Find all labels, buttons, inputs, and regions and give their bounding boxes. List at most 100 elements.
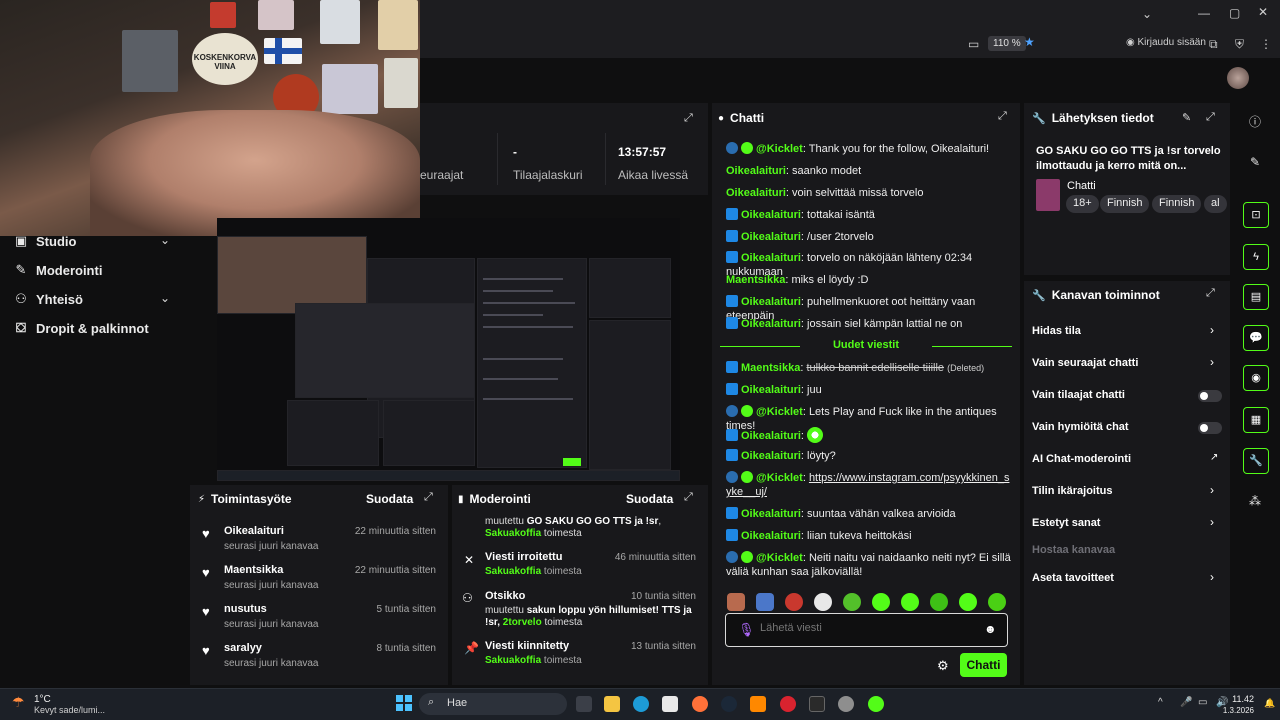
emote-icon[interactable] xyxy=(727,593,745,611)
avatar[interactable] xyxy=(1227,67,1249,89)
action-set-goals[interactable]: Aseta tavoitteet xyxy=(1032,572,1114,584)
capture-icon[interactable]: ⊡ xyxy=(1243,202,1269,228)
emote-icon[interactable] xyxy=(959,593,977,611)
terminal-icon[interactable] xyxy=(809,696,825,712)
clock-date[interactable]: 1.3.2026 xyxy=(1218,706,1254,715)
notification-icon[interactable]: 🔔 xyxy=(1264,698,1275,709)
chat-input[interactable] xyxy=(760,622,970,634)
network-icon[interactable]: ▭ xyxy=(1198,697,1207,708)
broadcast-icon[interactable]: ◉ xyxy=(1243,365,1269,391)
taskbar-search[interactable]: ⌕ Hae xyxy=(419,693,567,715)
chevron-down-icon[interactable]: ⌄ xyxy=(160,291,170,305)
edit-icon[interactable]: ✎ xyxy=(1182,111,1191,124)
expand-icon[interactable]: ⤢ xyxy=(424,491,433,504)
opera-icon[interactable] xyxy=(780,696,796,712)
maximize-icon[interactable]: ▢ xyxy=(1229,6,1240,20)
emoji-icon[interactable]: ☻ xyxy=(984,622,997,636)
chevron-right-icon[interactable]: › xyxy=(1210,355,1214,369)
menu-icon[interactable]: ⋮ xyxy=(1260,37,1272,51)
external-link-icon[interactable]: ↗ xyxy=(1210,452,1218,463)
subscribers-only-toggle[interactable] xyxy=(1198,390,1222,402)
action-slow-mode[interactable]: Hidas tila xyxy=(1032,325,1081,337)
wrench-icon[interactable]: 🔧 xyxy=(1243,448,1269,474)
moderation-filter-button[interactable]: Suodata xyxy=(626,492,673,506)
category-name[interactable]: Chatti xyxy=(1067,180,1096,192)
chevron-right-icon[interactable]: › xyxy=(1210,570,1214,584)
chat-input-box[interactable]: 🎙 ☻ xyxy=(725,613,1008,647)
bolt-icon[interactable]: ϟ xyxy=(1243,244,1269,270)
minimize-icon[interactable]: — xyxy=(1198,6,1210,20)
file-explorer-icon[interactable] xyxy=(604,696,620,712)
screen-icon[interactable]: ▭ xyxy=(968,37,979,51)
expand-icon[interactable]: ⤢ xyxy=(684,491,693,504)
chevron-right-icon[interactable]: › xyxy=(1210,323,1214,337)
activity-user[interactable]: Oikealaituri xyxy=(224,525,284,537)
apps-icon[interactable]: ⁂ xyxy=(1249,494,1261,508)
chevron-right-icon[interactable]: › xyxy=(1210,515,1214,529)
stream-preview[interactable] xyxy=(217,218,680,481)
windows-start-icon[interactable] xyxy=(396,695,412,711)
activity-user[interactable]: saralyy xyxy=(224,642,262,654)
emote-icon[interactable] xyxy=(901,593,919,611)
emote-icon[interactable] xyxy=(930,593,948,611)
chevron-right-icon[interactable]: › xyxy=(1210,483,1214,497)
microphone-icon[interactable]: 🎙 xyxy=(738,622,755,638)
login-button[interactable]: ◉ Kirjaudu sisään xyxy=(1126,37,1206,48)
activity-user[interactable]: nusutus xyxy=(224,603,267,615)
edit-icon[interactable]: ✎ xyxy=(1250,155,1260,169)
action-subscribers-only[interactable]: Vain tilaajat chatti xyxy=(1032,389,1125,401)
chevron-down-icon[interactable]: ⌄ xyxy=(1142,7,1152,21)
document-icon[interactable]: ▤ xyxy=(1243,284,1269,310)
weather-icon[interactable]: ☂ xyxy=(12,694,25,711)
expand-icon[interactable]: ⤢ xyxy=(1206,111,1215,124)
emote-icon[interactable] xyxy=(843,593,861,611)
new-messages-divider[interactable]: Uudet viestit xyxy=(720,339,1012,351)
shield-icon[interactable]: ⛨ xyxy=(1235,37,1244,52)
microphone-icon[interactable]: 🎤 xyxy=(1180,697,1192,708)
clock-time[interactable]: 11.42 xyxy=(1220,694,1254,704)
chat-bubble-icon[interactable]: 💬 xyxy=(1243,325,1269,351)
weather-desc[interactable]: Kevyt sade/lumi... xyxy=(34,705,105,715)
activity-filter-button[interactable]: Suodata xyxy=(366,492,413,506)
layout-icon[interactable]: ▦ xyxy=(1243,407,1269,433)
gear-icon[interactable]: ⚙ xyxy=(937,658,949,674)
emote-icon[interactable] xyxy=(872,593,890,611)
nav-drops[interactable]: ⛋ Dropit & palkinnot xyxy=(14,320,149,336)
action-emote-only[interactable]: Vain hymiöitä chat xyxy=(1032,421,1129,433)
category-thumbnail[interactable] xyxy=(1036,179,1060,211)
kick-icon[interactable] xyxy=(868,696,884,712)
extension-icon[interactable]: ⧉ xyxy=(1209,37,1218,52)
weather-temp[interactable]: 1°C xyxy=(34,694,51,705)
chevron-up-icon[interactable]: ^ xyxy=(1158,697,1163,708)
bot-badge-icon xyxy=(726,405,738,417)
task-view-icon[interactable] xyxy=(576,696,592,712)
nav-community[interactable]: ⚇ Yhteisö xyxy=(14,291,83,307)
action-age-restriction[interactable]: Tilin ikärajoitus xyxy=(1032,485,1113,497)
expand-icon[interactable]: ⤢ xyxy=(684,112,693,125)
expand-icon[interactable]: ⤢ xyxy=(998,110,1007,123)
star-icon[interactable]: ★ xyxy=(1024,35,1035,49)
steam-icon[interactable] xyxy=(721,696,737,712)
send-chat-button[interactable]: Chatti xyxy=(960,653,1007,677)
zoom-level[interactable]: 110 % xyxy=(988,36,1026,51)
info-icon[interactable]: ⓘ xyxy=(1249,113,1261,130)
emote-only-toggle[interactable] xyxy=(1198,422,1222,434)
action-followers-only[interactable]: Vain seuraajat chatti xyxy=(1032,357,1138,369)
emote-icon[interactable] xyxy=(988,593,1006,611)
emote-icon[interactable] xyxy=(814,593,832,611)
firefox-icon[interactable] xyxy=(692,696,708,712)
activity-user[interactable]: Maentsikka xyxy=(224,564,283,576)
emote-icon[interactable] xyxy=(785,593,803,611)
expand-icon[interactable]: ⤢ xyxy=(1206,287,1215,300)
obs-icon[interactable] xyxy=(838,696,854,712)
edge-icon[interactable] xyxy=(633,696,649,712)
close-icon[interactable]: ✕ xyxy=(1258,5,1268,19)
chevron-down-icon[interactable]: ⌄ xyxy=(160,233,170,247)
action-blocked-words[interactable]: Estetyt sanat xyxy=(1032,517,1100,529)
vlc-icon[interactable] xyxy=(750,696,766,712)
nav-moderation[interactable]: ✎ Moderointi xyxy=(14,262,103,278)
action-ai-moderation[interactable]: AI Chat-moderointi xyxy=(1032,453,1131,465)
store-icon[interactable] xyxy=(662,696,678,712)
nav-studio[interactable]: ▣ Studio xyxy=(14,233,77,249)
emote-icon[interactable] xyxy=(756,593,774,611)
